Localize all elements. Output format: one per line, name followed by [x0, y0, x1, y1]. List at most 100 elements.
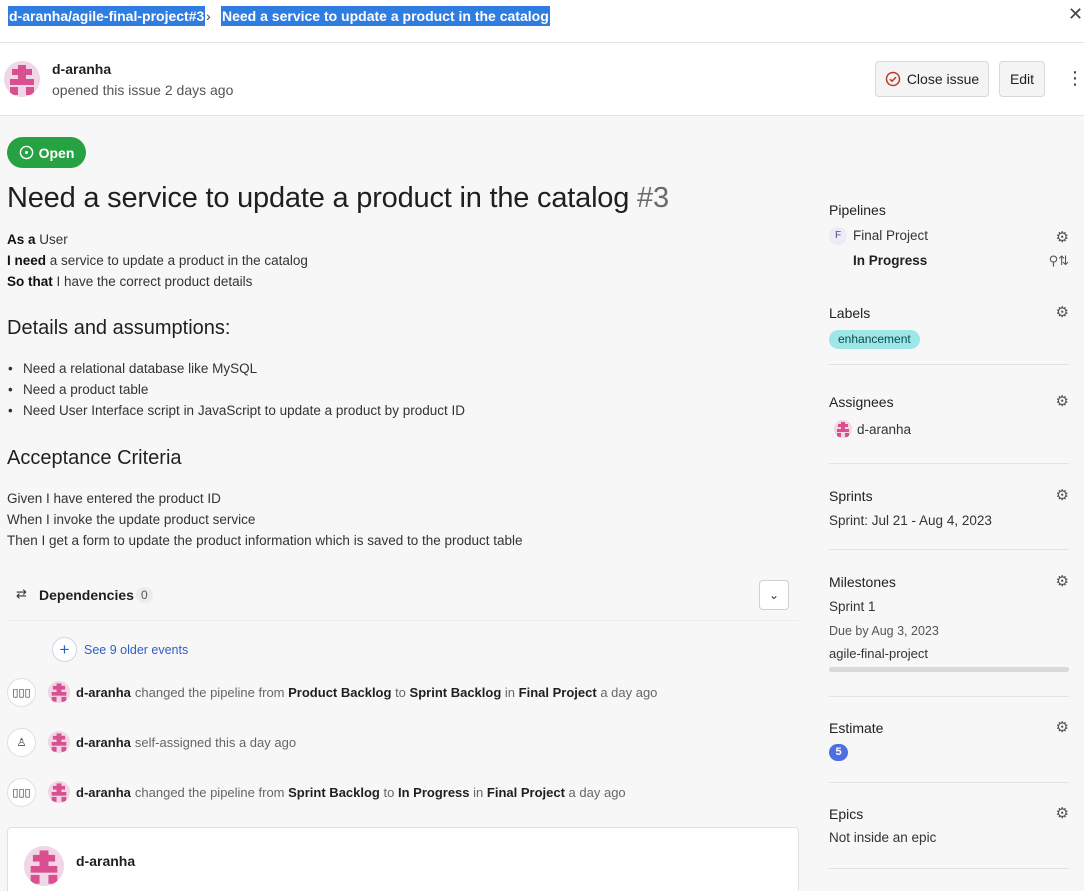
page-title: Need a service to update a product in th…: [7, 182, 669, 215]
event-author[interactable]: d-aranha: [76, 735, 131, 750]
milestone-repo: agile-final-project: [829, 646, 928, 661]
event-text: to: [383, 784, 395, 800]
issue-body: Open Need a service to update a product …: [0, 116, 1084, 891]
edit-label: Edit: [1009, 71, 1035, 87]
dependencies-panel: ⇄ Dependencies 0 ⌄: [7, 567, 799, 621]
avatar[interactable]: [48, 781, 70, 803]
details-list: Need a relational database like MySQL Ne…: [8, 358, 465, 421]
pipeline-icon: ▯▯▯: [7, 677, 36, 707]
gear-icon[interactable]: ⚙: [1056, 394, 1069, 409]
list-item: Need User Interface script in JavaScript…: [8, 400, 465, 421]
event-from: Product Backlog: [288, 684, 392, 700]
timeline-event: ♙ d-aranha self-assigned this a day ago: [7, 727, 296, 757]
estimate-title: Estimate: [829, 720, 884, 736]
avatar[interactable]: [24, 846, 64, 886]
event-author[interactable]: d-aranha: [76, 685, 131, 700]
sidebar-labels: Labels ⚙ enhancement: [829, 305, 1069, 365]
pipelines-title: Pipelines: [829, 202, 886, 218]
epic-value[interactable]: Not inside an epic: [829, 830, 936, 845]
event-to: In Progress: [397, 784, 470, 800]
list-item: When I invoke the update product service: [7, 512, 256, 527]
event-text: in: [473, 784, 484, 800]
avatar[interactable]: [834, 420, 852, 438]
chevron-down-icon[interactable]: ⌄: [759, 580, 789, 610]
dependencies-icon: ⇄: [16, 586, 27, 601]
chevron-right-icon: ›: [206, 8, 211, 24]
milestone-due: Due by Aug 3, 2023: [829, 624, 939, 638]
breadcrumb-repo[interactable]: d-aranha/agile-final-project#3: [8, 6, 206, 26]
sidebar-milestones: Milestones ⚙ Sprint 1 Due by Aug 3, 2023…: [829, 574, 1069, 697]
event-text: changed the pipeline from: [134, 684, 285, 700]
timeline-event: ▯▯▯ d-aranha changed the pipeline from P…: [7, 677, 657, 707]
event-text: in: [504, 684, 516, 700]
event-text: self-assigned this a day ago: [134, 734, 297, 750]
close-issue-label: Close issue: [906, 71, 980, 87]
event-project: Final Project: [486, 784, 565, 800]
sprints-title: Sprints: [829, 488, 873, 504]
label-chip[interactable]: enhancement: [829, 330, 920, 349]
labels-title: Labels: [829, 305, 871, 321]
avatar[interactable]: [48, 731, 70, 753]
issue-header: d-aranha opened this issue 2 days ago Cl…: [0, 43, 1084, 116]
gear-icon[interactable]: ⚙: [1056, 574, 1069, 589]
avatar-icon: [4, 61, 40, 97]
gear-icon[interactable]: ⚙: [1056, 806, 1069, 821]
sidebar-epics: Epics ⚙ Not inside an epic: [829, 806, 1069, 869]
milestone-name[interactable]: Sprint 1: [829, 599, 876, 614]
see-older-events-label[interactable]: See 9 older events: [84, 643, 188, 657]
avatar-icon: [48, 781, 70, 803]
list-item: Need a product table: [8, 379, 465, 400]
pipeline-stage[interactable]: In Progress: [853, 253, 927, 268]
sidebar-pipelines: Pipelines F Final Project ⚙ In Progress …: [829, 202, 1069, 283]
story-line: I need a service to update a product in …: [7, 253, 308, 268]
sidebar-assignees: Assignees ⚙ d-aranha: [829, 394, 1069, 464]
comment-card: d-aranha: [7, 827, 799, 891]
event-project: Final Project: [518, 684, 597, 700]
pipeline-badge: F: [829, 227, 847, 245]
list-item: Given I have entered the product ID: [7, 491, 221, 506]
issue-title-text: Need a service to update a product in th…: [7, 182, 630, 214]
dependencies-label[interactable]: Dependencies: [39, 587, 134, 603]
avatar[interactable]: [48, 681, 70, 703]
gear-icon[interactable]: ⚙: [1056, 488, 1069, 503]
dependencies-count: 0: [136, 587, 153, 603]
event-time: a day ago: [568, 784, 626, 800]
sidebar-sprints: Sprints ⚙ Sprint: Jul 21 - Aug 4, 2023: [829, 488, 1069, 550]
avatar-icon: [834, 420, 852, 438]
close-icon[interactable]: ✕: [1068, 4, 1083, 25]
issue-number: #3: [637, 182, 669, 214]
gear-icon[interactable]: ⚙: [1056, 305, 1069, 320]
more-options-icon[interactable]: ⋮: [1066, 69, 1084, 87]
top-bar: d-aranha/agile-final-project#3 › Need a …: [0, 0, 1084, 43]
gear-icon[interactable]: ⚙: [1056, 720, 1069, 735]
assignee-name[interactable]: d-aranha: [857, 422, 911, 437]
issue-opened-meta: opened this issue 2 days ago: [52, 82, 234, 98]
edit-button[interactable]: Edit: [999, 61, 1045, 97]
avatar-icon: [48, 681, 70, 703]
timeline-event: ▯▯▯ d-aranha changed the pipeline from S…: [7, 777, 626, 807]
event-time: a day ago: [600, 684, 658, 700]
open-status-icon: [19, 145, 33, 160]
estimate-badge[interactable]: 5: [829, 744, 848, 761]
event-text: changed the pipeline from: [134, 784, 285, 800]
assignees-title: Assignees: [829, 394, 894, 410]
milestone-progress-bar: [829, 667, 1069, 672]
gear-icon[interactable]: ⚙: [1056, 230, 1069, 245]
author-name[interactable]: d-aranha: [52, 61, 111, 77]
details-heading: Details and assumptions:: [7, 317, 231, 339]
event-author[interactable]: d-aranha: [76, 785, 131, 800]
sprint-value[interactable]: Sprint: Jul 21 - Aug 4, 2023: [829, 513, 992, 528]
avatar-icon: [48, 731, 70, 753]
status-badge: Open: [7, 137, 86, 168]
close-circle-icon: [885, 71, 901, 87]
comment-author[interactable]: d-aranha: [76, 853, 135, 869]
see-older-events[interactable]: + See 9 older events: [52, 637, 188, 662]
story-line: So that I have the correct product detai…: [7, 274, 253, 289]
criteria-heading: Acceptance Criteria: [7, 447, 182, 469]
close-issue-button[interactable]: Close issue: [875, 61, 989, 97]
pipeline-project[interactable]: Final Project: [853, 228, 928, 243]
avatar[interactable]: [4, 61, 40, 97]
milestones-title: Milestones: [829, 574, 896, 590]
pin-sort-icon[interactable]: ⚲⇅: [1049, 254, 1069, 267]
pipeline-icon: ▯▯▯: [7, 777, 36, 807]
